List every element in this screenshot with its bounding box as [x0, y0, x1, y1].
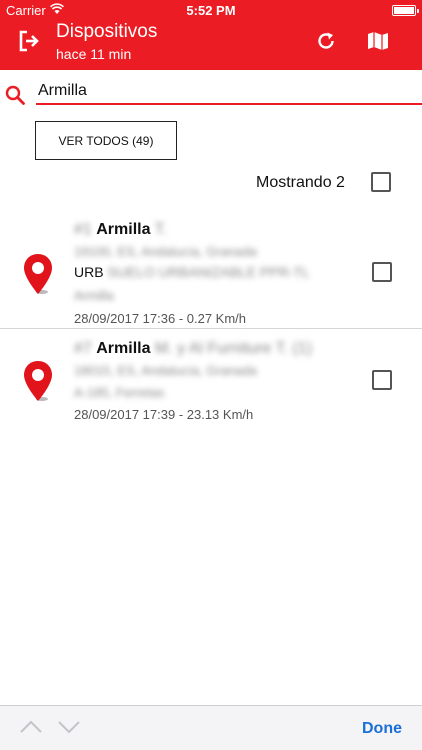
ver-todos-button[interactable]: VER TODOS (49) [35, 121, 177, 160]
location-pin-icon [24, 361, 52, 401]
exit-icon[interactable] [17, 29, 41, 53]
location-pin-icon [24, 254, 52, 294]
device-address: 19100, ES, Andalucía, Granada [74, 244, 257, 259]
device-checkbox[interactable] [372, 370, 392, 390]
app-header: Carrier 5:52 PM Dispositivos hace 11 min [0, 0, 422, 70]
search-input[interactable] [36, 78, 422, 105]
device-locality: A-185, Ferretas [74, 385, 165, 400]
refresh-icon[interactable] [316, 31, 336, 51]
device-name: #1 Armilla T. [74, 221, 168, 238]
device-address: 18015, ES, Andalucía, Granada [74, 363, 257, 378]
keyboard-accessory-bar: Done [0, 705, 422, 750]
device-timestamp: 28/09/2017 17:36 - 0.27 Km/h [74, 311, 247, 326]
page-title: Dispositivos [56, 21, 158, 42]
device-name: #7 Armilla M. y Al Furniture T. (1) [74, 340, 313, 357]
device-locality: Armilla [74, 288, 114, 303]
battery-icon [392, 5, 419, 16]
device-urb-line: URB SUELO URBANIZABLE PPR-TL [74, 264, 310, 280]
done-button[interactable]: Done [362, 720, 402, 738]
map-icon[interactable] [367, 30, 389, 52]
header-title-block: Dispositivos hace 11 min [56, 20, 157, 63]
last-update-label: hace 11 min [56, 46, 132, 62]
list-divider [0, 328, 422, 329]
chevron-down-icon[interactable] [58, 720, 80, 734]
search-icon [5, 85, 25, 105]
device-checkbox[interactable] [372, 262, 392, 282]
device-timestamp: 28/09/2017 17:39 - 23.13 Km/h [74, 407, 254, 422]
showing-count-label: Mostrando 2 [256, 174, 345, 191]
select-all-checkbox[interactable] [371, 172, 391, 192]
chevron-up-icon[interactable] [20, 720, 42, 734]
status-time: 5:52 PM [186, 3, 236, 18]
status-bar: Carrier 5:52 PM [0, 0, 422, 20]
